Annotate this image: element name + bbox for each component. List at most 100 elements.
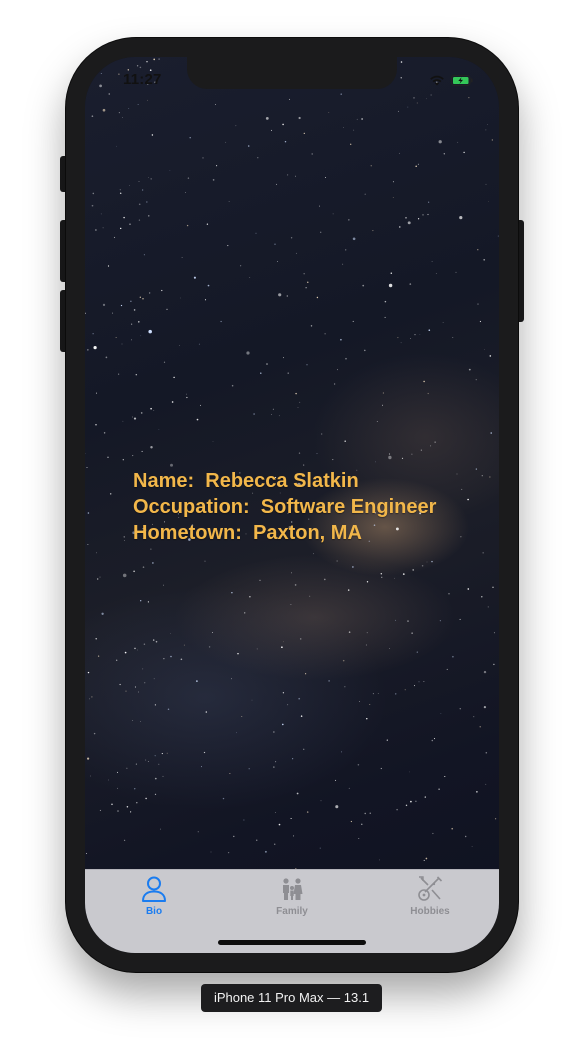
- star: [122, 117, 123, 119]
- tab-family[interactable]: Family: [223, 875, 361, 921]
- star: [205, 711, 208, 713]
- star: [91, 696, 93, 698]
- star: [161, 289, 163, 292]
- star: [167, 708, 170, 711]
- star: [417, 218, 420, 220]
- star: [97, 578, 99, 580]
- star: [431, 739, 434, 742]
- star: [210, 851, 212, 853]
- star: [356, 118, 358, 120]
- star: [173, 376, 175, 379]
- star: [353, 129, 355, 131]
- star: [378, 859, 380, 861]
- star: [485, 783, 487, 785]
- star: [233, 835, 235, 838]
- star: [134, 788, 136, 790]
- star: [347, 589, 350, 591]
- star: [348, 219, 350, 221]
- star: [388, 283, 393, 288]
- star: [117, 810, 119, 812]
- star: [446, 668, 448, 670]
- star: [295, 175, 296, 177]
- star: [389, 648, 390, 650]
- star: [259, 579, 261, 581]
- star: [118, 112, 120, 114]
- star: [352, 320, 354, 322]
- star: [299, 638, 302, 640]
- star: [290, 603, 292, 606]
- tab-hobbies[interactable]: Hobbies: [361, 875, 499, 921]
- star: [278, 293, 282, 297]
- star: [131, 339, 132, 341]
- star: [102, 108, 106, 112]
- star: [286, 295, 288, 297]
- star: [146, 61, 148, 63]
- star: [364, 812, 366, 815]
- star: [416, 102, 418, 104]
- home-indicator[interactable]: [218, 940, 366, 945]
- star: [467, 498, 469, 501]
- star: [256, 839, 258, 841]
- star: [145, 797, 147, 800]
- star: [397, 110, 399, 112]
- star: [311, 153, 313, 155]
- star: [390, 272, 393, 274]
- star: [394, 577, 395, 579]
- star: [296, 792, 299, 795]
- star: [483, 670, 487, 674]
- star: [309, 595, 311, 597]
- star: [332, 213, 334, 215]
- star: [274, 243, 276, 245]
- star: [337, 369, 338, 371]
- star: [134, 686, 136, 688]
- star: [430, 94, 432, 96]
- star: [86, 467, 88, 468]
- star: [365, 644, 367, 646]
- star: [99, 809, 101, 811]
- star: [241, 716, 243, 718]
- star: [133, 309, 136, 311]
- star: [303, 132, 305, 135]
- star: [455, 271, 457, 273]
- star: [482, 552, 484, 554]
- star: [256, 648, 258, 650]
- bio-hometown: Hometown: Paxton, MA: [133, 522, 362, 544]
- star: [414, 334, 416, 336]
- star: [350, 143, 352, 145]
- star: [272, 408, 274, 410]
- star: [443, 153, 445, 155]
- star: [202, 157, 204, 159]
- star: [147, 99, 148, 101]
- star: [423, 681, 425, 682]
- star: [148, 215, 150, 217]
- star: [102, 227, 104, 229]
- star: [376, 421, 378, 422]
- star: [281, 646, 283, 649]
- star: [294, 584, 297, 586]
- star: [492, 586, 494, 589]
- star: [170, 655, 172, 658]
- star: [310, 325, 313, 327]
- tab-bio[interactable]: Bio: [85, 875, 223, 921]
- star: [395, 619, 396, 621]
- star: [108, 93, 110, 95]
- star: [307, 281, 309, 283]
- star: [494, 818, 497, 820]
- star: [121, 343, 123, 345]
- star: [135, 373, 138, 376]
- star: [107, 456, 109, 459]
- star: [151, 134, 154, 136]
- star: [249, 596, 251, 598]
- star: [491, 139, 493, 141]
- star: [229, 773, 231, 775]
- star: [153, 678, 155, 680]
- star: [423, 859, 425, 861]
- star: [93, 732, 96, 735]
- star: [460, 536, 462, 538]
- star: [133, 570, 135, 573]
- star: [366, 632, 368, 634]
- star: [404, 689, 406, 691]
- star: [342, 263, 344, 265]
- star: [222, 797, 225, 800]
- star: [95, 229, 97, 231]
